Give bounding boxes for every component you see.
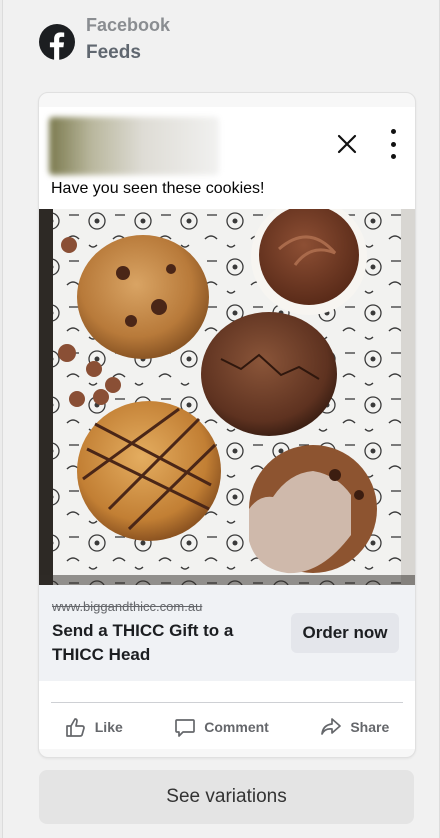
more-options-icon[interactable]: [383, 129, 403, 159]
post-text: Have you seen these cookies!: [51, 180, 265, 197]
placement-label: Feeds: [86, 42, 141, 63]
share-button[interactable]: Share: [320, 716, 389, 738]
platform-label: Facebook: [86, 15, 171, 35]
like-button[interactable]: Like: [65, 716, 123, 738]
share-label: Share: [350, 719, 390, 735]
thumbs-up-icon: [65, 718, 85, 737]
post-actions: Like Comment Share: [39, 707, 415, 747]
post: Have you seen these cookies! www.biggand…: [39, 107, 415, 749]
share-arrow-icon: [321, 718, 342, 735]
ad-preview-panel: Facebook Feeds Have you seen these cooki…: [2, 0, 440, 838]
order-now-button[interactable]: Order now: [291, 613, 399, 653]
link-headline[interactable]: Send a THICC Gift to a THICC Head: [52, 619, 262, 667]
blurred-page-identity: [49, 117, 219, 175]
action-divider: [51, 702, 403, 703]
comment-label: Comment: [204, 719, 269, 735]
call-to-action-bar: www.biggandthicc.com.au Send a THICC Gif…: [39, 585, 415, 681]
facebook-logo-icon: [39, 24, 75, 60]
comment-button[interactable]: Comment: [174, 716, 269, 738]
comment-bubble-icon: [175, 719, 196, 737]
post-image: [39, 209, 415, 585]
ad-preview-card: Have you seen these cookies! www.biggand…: [38, 92, 416, 758]
like-label: Like: [94, 719, 123, 735]
close-icon[interactable]: [336, 133, 358, 155]
see-variations-button[interactable]: See variations: [39, 770, 414, 824]
link-url[interactable]: www.biggandthicc.com.au: [52, 599, 202, 614]
